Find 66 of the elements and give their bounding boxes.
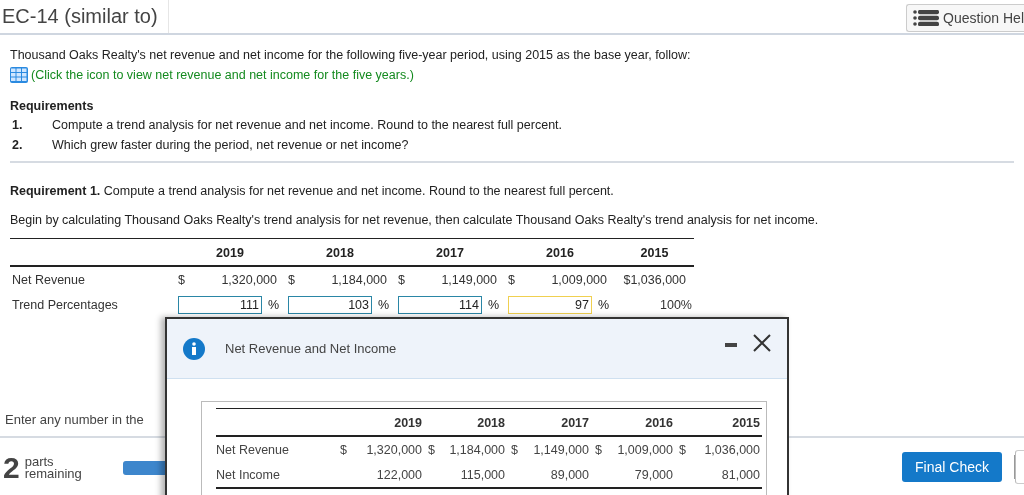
table-cell: 1,184,000	[331, 272, 387, 287]
currency-sign: $	[511, 442, 518, 457]
dialog-title: Net Revenue and Net Income	[225, 341, 397, 356]
answer-field[interactable]: 111	[178, 295, 262, 314]
data-link[interactable]: (Click the icon to view net revenue and net income for the five years.)	[31, 65, 414, 85]
table-cell: $1,036,000	[623, 272, 686, 287]
table-cell: 81,000	[721, 467, 760, 482]
table-cell: 1,009,000	[551, 272, 607, 287]
table-cell: 1,149,000	[533, 442, 589, 457]
table-cell: 89,000	[550, 467, 589, 482]
item-number: 2.	[11, 137, 24, 154]
row-label: Net Revenue	[216, 441, 290, 459]
answer-field[interactable]: 97	[508, 295, 592, 314]
item-number: 1.	[11, 117, 24, 134]
table-cell: 1,184,000	[449, 442, 505, 457]
row-label: Net Income	[216, 462, 336, 489]
question-help-button[interactable]: Question Hel	[906, 3, 1024, 32]
currency-sign: $	[178, 272, 185, 287]
column-header: 2019	[336, 409, 424, 437]
table-cell: 79,000	[634, 467, 673, 482]
answer-field[interactable]: 114	[398, 295, 482, 314]
row-label: Net Revenue	[11, 271, 86, 289]
percent-sign: %	[598, 297, 610, 312]
column-header: 2016	[505, 239, 615, 267]
table-cell: 1,149,000	[441, 272, 497, 287]
table-cell: 1,320,000	[221, 272, 277, 287]
percent-sign: %	[268, 297, 280, 312]
currency-sign: $	[595, 442, 602, 457]
requirement-text: Requirement 1. Compute a trend analysis for net revenue and net income. Round to the nearest full percent.	[10, 183, 615, 199]
hint-text: Enter any number in the	[5, 412, 144, 427]
row-label: Trend Percentages	[11, 296, 119, 314]
requirements-heading: Requirements	[10, 98, 95, 115]
parts-count: 2	[3, 450, 20, 485]
column-header: 2016	[591, 409, 675, 437]
currency-sign: $	[340, 442, 347, 457]
column-header: 2018	[424, 409, 507, 437]
list-icon	[913, 9, 940, 26]
table-cell: 1,036,000	[704, 442, 760, 457]
column-header: 2017	[395, 239, 505, 267]
table-icon[interactable]	[10, 67, 28, 83]
currency-sign: $	[508, 272, 515, 287]
column-header: 2019	[175, 239, 285, 267]
column-header: 2015	[615, 239, 694, 267]
currency-sign: $	[398, 272, 405, 287]
column-header: 2018	[285, 239, 395, 267]
table-cell: 122,000	[376, 467, 422, 482]
answer-field[interactable]: 103	[288, 295, 372, 314]
info-icon	[183, 337, 205, 360]
parts-label: parts remaining	[24, 455, 83, 480]
percent-sign: %	[378, 297, 390, 312]
table-cell: 115,000	[460, 467, 505, 482]
percent-sign: %	[488, 297, 500, 312]
currency-sign: $	[288, 272, 295, 287]
column-header: 2015	[675, 409, 762, 437]
requirement-text: Which grew faster during the period, net revenue or net income?	[52, 137, 409, 154]
question-title: EC-14 (similar to)	[0, 0, 169, 33]
instruction-text: Begin by calculating Thousand Oaks Realty's trend analysis for net revenue, then calculate Thousand Oaks Realty's trend analysis for net income.	[10, 212, 820, 228]
currency-sign: $	[679, 442, 686, 457]
intro-text: Thousand Oaks Realty's net revenue and net income for the following five-year period, using 2015 as the base year, follow:	[10, 47, 692, 64]
currency-sign: $	[428, 442, 435, 457]
table-cell: 100%	[660, 297, 692, 312]
table-cell: 1,009,000	[617, 442, 673, 457]
final-check-button[interactable]: Final Check	[902, 452, 1002, 482]
requirement-text: Compute a trend analysis for net revenue and net income. Round to the nearest full percent.	[52, 117, 563, 134]
table-cell: 1,320,000	[366, 442, 422, 457]
column-header: 2017	[507, 409, 591, 437]
